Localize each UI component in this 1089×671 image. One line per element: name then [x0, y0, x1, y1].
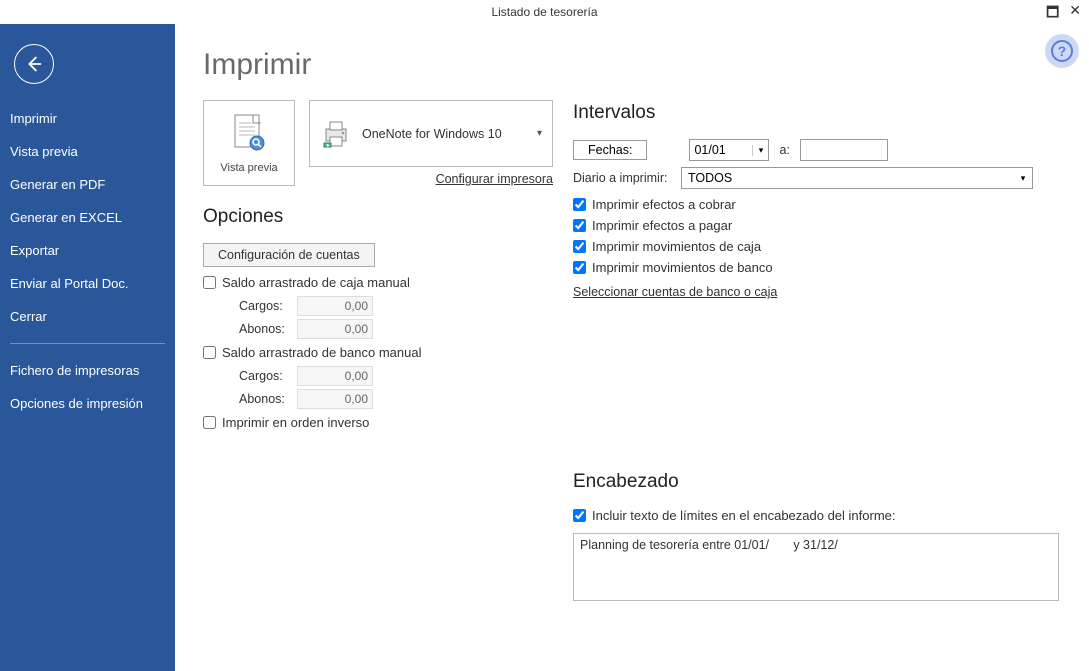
config-cuentas-button[interactable]: Configuración de cuentas: [203, 243, 375, 267]
vista-previa-label: Vista previa: [220, 162, 277, 174]
chk-efectos-pagar-label: Imprimir efectos a pagar: [592, 218, 732, 233]
maximize-icon[interactable]: 🗖: [1046, 2, 1059, 26]
sidebar-item-exportar[interactable]: Exportar: [0, 234, 175, 267]
a-label: a:: [779, 143, 789, 157]
printer-selector[interactable]: OneNote for Windows 10 ▾: [309, 100, 553, 167]
sidebar-item-imprimir[interactable]: Imprimir: [0, 102, 175, 135]
chk-mov-banco-label: Imprimir movimientos de banco: [592, 260, 773, 275]
chk-efectos-pagar[interactable]: [573, 219, 586, 232]
chk-mov-banco[interactable]: [573, 261, 586, 274]
encabezado-title: Encabezado: [573, 471, 1059, 493]
chk-saldo-caja-label: Saldo arrastrado de caja manual: [222, 275, 410, 290]
caja-abonos-input[interactable]: [297, 319, 373, 339]
vista-previa-button[interactable]: Vista previa: [203, 100, 295, 186]
fecha-hasta-input[interactable]: [800, 139, 888, 161]
intervalos-title: Intervalos: [573, 102, 1059, 124]
chevron-down-icon[interactable]: ▾: [752, 145, 768, 156]
printer-name: OneNote for Windows 10: [362, 127, 537, 141]
help-button[interactable]: ?: [1045, 34, 1079, 68]
opciones-title: Opciones: [203, 206, 553, 228]
configure-printer-link[interactable]: Configurar impresora: [436, 172, 553, 186]
diario-value[interactable]: [682, 168, 1014, 188]
window-title: Listado de tesorería: [491, 5, 597, 19]
banco-abonos-label: Abonos:: [239, 392, 297, 406]
chk-efectos-cobrar[interactable]: [573, 198, 586, 211]
diario-dropdown[interactable]: ▾: [681, 167, 1033, 189]
caja-cargos-label: Cargos:: [239, 299, 297, 313]
sidebar-item-opciones-impresion[interactable]: Opciones de impresión: [0, 387, 175, 420]
arrow-left-icon: [23, 53, 45, 75]
chk-incluir-texto-label: Incluir texto de límites en el encabezad…: [592, 508, 896, 523]
chk-saldo-banco-label: Saldo arrastrado de banco manual: [222, 345, 421, 360]
chk-efectos-cobrar-label: Imprimir efectos a cobrar: [592, 197, 736, 212]
sidebar-separator: [10, 343, 165, 344]
banco-cargos-input[interactable]: [297, 366, 373, 386]
chk-mov-caja[interactable]: [573, 240, 586, 253]
sidebar-item-cerrar[interactable]: Cerrar: [0, 300, 175, 333]
chk-mov-caja-label: Imprimir movimientos de caja: [592, 239, 761, 254]
fecha-desde-select[interactable]: ▾: [689, 139, 769, 161]
chevron-down-icon[interactable]: ▾: [1014, 173, 1032, 184]
fechas-button[interactable]: Fechas:: [573, 140, 647, 160]
sidebar-item-pdf[interactable]: Generar en PDF: [0, 168, 175, 201]
caja-cargos-input[interactable]: [297, 296, 373, 316]
printer-icon: [320, 119, 352, 149]
chk-orden-inverso-label: Imprimir en orden inverso: [222, 415, 369, 430]
encabezado-textarea[interactable]: [573, 533, 1059, 601]
fecha-desde-input[interactable]: [690, 140, 752, 160]
banco-abonos-input[interactable]: [297, 389, 373, 409]
titlebar: Listado de tesorería 🗖 ✕: [0, 0, 1089, 24]
sidebar-item-excel[interactable]: Generar en EXCEL: [0, 201, 175, 234]
seleccionar-cuentas-link[interactable]: Seleccionar cuentas de banco o caja: [573, 285, 777, 299]
caja-abonos-label: Abonos:: [239, 322, 297, 336]
help-icon: ?: [1051, 40, 1073, 62]
main-panel: ? Imprimir: [175, 24, 1089, 671]
sidebar-item-portal-doc[interactable]: Enviar al Portal Doc.: [0, 267, 175, 300]
back-button[interactable]: [14, 44, 54, 84]
chk-orden-inverso[interactable]: [203, 416, 216, 429]
chevron-down-icon: ▾: [537, 128, 542, 139]
banco-cargos-label: Cargos:: [239, 369, 297, 383]
sidebar: Imprimir Vista previa Generar en PDF Gen…: [0, 24, 175, 671]
diario-label: Diario a imprimir:: [573, 171, 681, 185]
chk-saldo-banco[interactable]: [203, 346, 216, 359]
document-preview-icon: [229, 113, 269, 159]
sidebar-item-fichero-impresoras[interactable]: Fichero de impresoras: [0, 354, 175, 387]
chk-saldo-caja[interactable]: [203, 276, 216, 289]
close-icon[interactable]: ✕: [1069, 2, 1081, 26]
page-title: Imprimir: [203, 48, 553, 82]
sidebar-item-vista-previa[interactable]: Vista previa: [0, 135, 175, 168]
chk-incluir-texto[interactable]: [573, 509, 586, 522]
